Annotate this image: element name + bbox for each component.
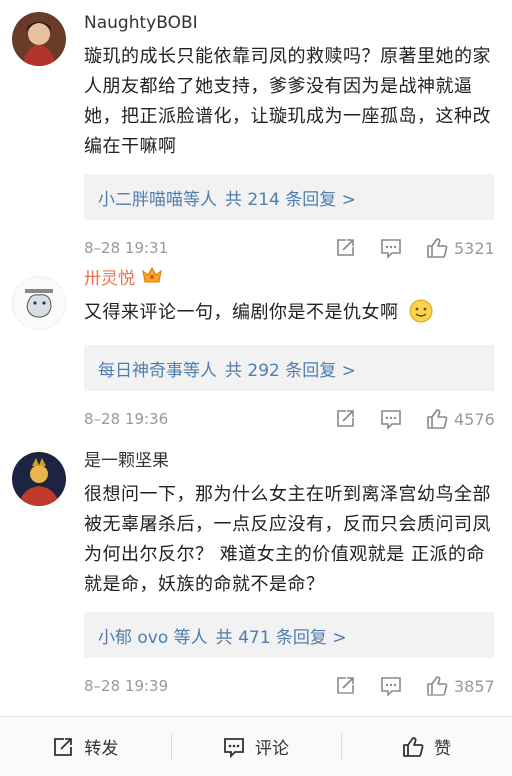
- comment-item: NaughtyBOBI 璇玑的成长只能依靠司凤的救赎吗？原著里她的家人朋友都给了…: [0, 0, 512, 276]
- reply-icon[interactable]: [380, 237, 402, 259]
- comment-list: NaughtyBOBI 璇玑的成长只能依靠司凤的救赎吗？原著里她的家人朋友都给了…: [0, 0, 512, 716]
- reply-icon[interactable]: [380, 408, 402, 430]
- replies-link[interactable]: 小郁 ovo 等人 共 471 条回复 >: [84, 612, 494, 658]
- replies-link[interactable]: 每日神奇事等人 共 292 条回复 >: [84, 345, 494, 391]
- repost-icon: [54, 737, 73, 756]
- share-icon[interactable]: [334, 237, 356, 259]
- like-label: 赞: [434, 739, 452, 759]
- smile-emoji-icon: [409, 299, 433, 333]
- bottom-toolbar: 转发 评论 赞: [0, 716, 512, 776]
- comment-item: 是一颗坚果 很想问一下，那为什么女主在听到离泽宫幼鸟全部被无辜屠杀后，一点反应没…: [0, 448, 512, 714]
- replies-who: 小二胖喵喵等人: [98, 189, 217, 210]
- replies-who: 小郁 ovo 等人: [98, 627, 208, 648]
- share-icon[interactable]: [334, 408, 356, 430]
- comment-meta: 8–28 19:36 4576: [84, 391, 495, 447]
- comment-button[interactable]: 评论: [170, 717, 342, 776]
- comment-username[interactable]: 卅灵悦: [84, 266, 494, 292]
- replies-who: 每日神奇事等人: [98, 360, 217, 381]
- replies-count: 共 471 条回复 >: [215, 627, 347, 648]
- vip-crown-icon: [141, 265, 163, 293]
- thumbs-up-icon: [427, 409, 448, 429]
- comment-label: 评论: [255, 739, 289, 759]
- replies-count: 共 214 条回复 >: [225, 189, 356, 210]
- thumbs-up-icon: [403, 736, 424, 757]
- like-button[interactable]: 5321: [426, 237, 495, 259]
- avatar[interactable]: [12, 276, 66, 330]
- comment-text: 又得来评论一句，编剧你是不是仇女啊: [84, 298, 494, 333]
- repost-button[interactable]: 转发: [0, 717, 171, 776]
- replies-count: 共 292 条回复 >: [225, 360, 356, 381]
- comment-username[interactable]: 是一颗坚果: [84, 448, 494, 474]
- comment-item: 卅灵悦 又得来评论一句，编剧你是不是仇女啊 每日神奇事等人 共 292 条回复 …: [0, 266, 512, 447]
- like-main-button[interactable]: 赞: [341, 717, 512, 776]
- avatar[interactable]: [12, 12, 66, 66]
- like-count: 5321: [454, 238, 495, 258]
- avatar[interactable]: [12, 452, 66, 506]
- like-count: 4576: [454, 409, 495, 429]
- comment-username[interactable]: NaughtyBOBI: [84, 10, 494, 36]
- comment-text: 很想问一下，那为什么女主在听到离泽宫幼鸟全部被无辜屠杀后，一点反应没有，反而只会…: [84, 484, 491, 595]
- repost-label: 转发: [84, 739, 119, 759]
- comment-icon: [224, 737, 244, 758]
- thumbs-up-icon: [427, 238, 448, 258]
- replies-link[interactable]: 小二胖喵喵等人 共 214 条回复 >: [84, 174, 494, 220]
- like-button[interactable]: 4576: [426, 408, 495, 430]
- comment-text: 璇玑的成长只能依靠司凤的救赎吗？原著里她的家人朋友都给了她支持，爹爹没有因为是战…: [84, 46, 491, 157]
- scroll-fade: [0, 690, 512, 716]
